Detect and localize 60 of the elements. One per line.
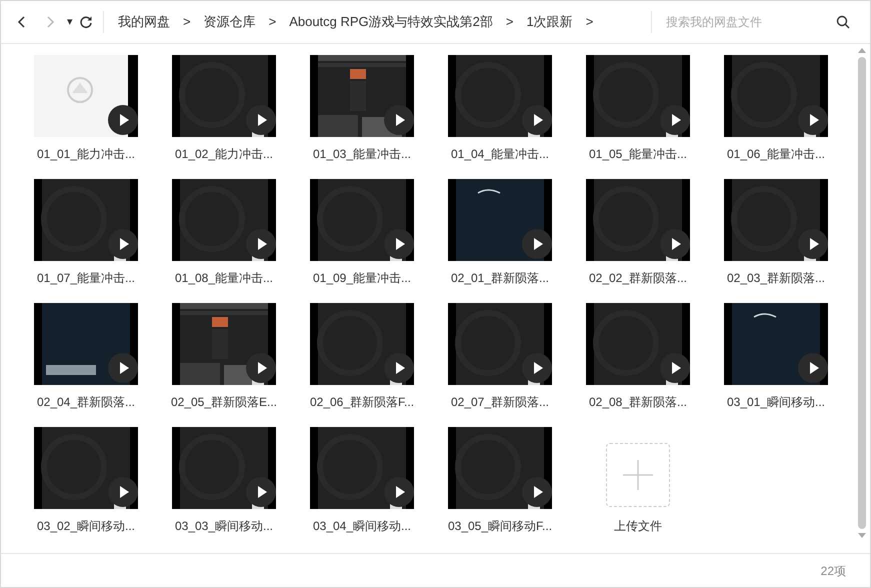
file-name[interactable]: 02_08_群新陨落... — [588, 393, 688, 411]
play-icon[interactable] — [246, 353, 276, 383]
file-name[interactable]: 01_02_能力冲击... — [174, 145, 274, 163]
play-icon[interactable] — [108, 477, 138, 507]
search-field[interactable]: 搜索我的网盘文件 — [666, 13, 826, 31]
play-icon[interactable] — [384, 229, 414, 259]
play-icon[interactable] — [522, 353, 552, 383]
scrollbar-thumb[interactable] — [858, 57, 866, 529]
play-icon[interactable] — [660, 353, 690, 383]
file-name[interactable]: 03_05_瞬间移动F... — [448, 517, 552, 535]
file-name[interactable]: 03_03_瞬间移动... — [174, 517, 274, 535]
breadcrumb-link[interactable]: 资源仓库 — [204, 12, 256, 32]
play-icon[interactable] — [108, 229, 138, 259]
file-name[interactable]: 02_06_群新陨落F... — [310, 393, 414, 411]
file-name[interactable]: 02_07_群新陨落... — [450, 393, 550, 411]
file-name[interactable]: 01_08_能量冲击... — [174, 269, 274, 287]
play-icon[interactable] — [246, 477, 276, 507]
search-icon[interactable] — [836, 15, 850, 29]
breadcrumb-separator: > — [506, 13, 514, 32]
play-icon[interactable] — [384, 353, 414, 383]
file-name[interactable]: 03_04_瞬间移动... — [312, 517, 412, 535]
file-name[interactable]: 02_04_群新陨落... — [36, 393, 136, 411]
play-icon[interactable] — [384, 477, 414, 507]
play-icon[interactable] — [660, 229, 690, 259]
play-icon[interactable] — [246, 105, 276, 135]
file-name[interactable]: 01_05_能量冲击... — [588, 145, 688, 163]
plus-icon — [623, 460, 653, 490]
file-name[interactable]: 03_01_瞬间移动... — [726, 393, 826, 411]
file-name[interactable]: 01_09_能量冲击... — [312, 269, 412, 287]
file-name[interactable]: 02_01_群新陨落... — [450, 269, 550, 287]
breadcrumb-separator: > — [268, 13, 276, 32]
play-icon[interactable] — [108, 353, 138, 383]
file-name[interactable]: 01_01_能力冲击... — [36, 145, 136, 163]
file-name[interactable]: 03_02_瞬间移动... — [36, 517, 136, 535]
refresh-icon[interactable] — [79, 15, 93, 29]
breadcrumb-link[interactable]: 1次跟新 — [526, 12, 573, 32]
breadcrumb-separator: > — [586, 13, 594, 32]
file-name[interactable]: 02_02_群新陨落... — [588, 269, 688, 287]
file-name[interactable]: 02_03_群新陨落... — [726, 269, 826, 287]
play-icon[interactable] — [798, 229, 828, 259]
item-count: 22项 — [820, 562, 846, 580]
play-icon[interactable] — [798, 105, 828, 135]
play-icon[interactable] — [384, 105, 414, 135]
file-name[interactable]: 01_04_能量冲击... — [450, 145, 550, 163]
breadcrumb-link[interactable]: Aboutcg RPG游戏与特效实战第2部 — [289, 12, 493, 32]
play-icon[interactable] — [798, 353, 828, 383]
play-icon[interactable] — [522, 105, 552, 135]
play-icon[interactable] — [246, 229, 276, 259]
history-dropdown[interactable]: ▾ — [67, 14, 73, 30]
play-icon[interactable] — [522, 477, 552, 507]
breadcrumb-separator: > — [183, 13, 191, 32]
file-name[interactable]: 01_03_能量冲击... — [312, 145, 412, 163]
upload-label[interactable]: 上传文件 — [614, 517, 662, 535]
play-icon[interactable] — [522, 229, 552, 259]
play-icon[interactable] — [660, 105, 690, 135]
file-name[interactable]: 01_07_能量冲击... — [36, 269, 136, 287]
file-name[interactable]: 01_06_能量冲击... — [726, 145, 826, 163]
breadcrumb-link[interactable]: 我的网盘 — [118, 12, 170, 32]
file-name[interactable]: 02_05_群新陨落E... — [170, 393, 278, 411]
play-icon[interactable] — [108, 105, 138, 135]
